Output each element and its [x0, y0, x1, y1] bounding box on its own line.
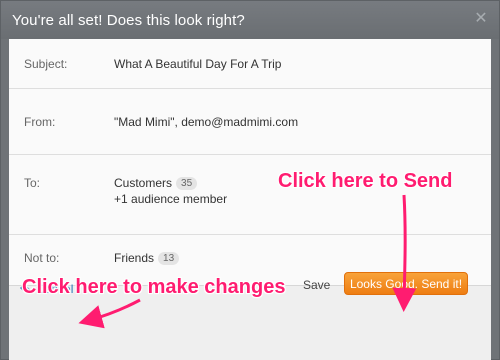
to-list-name: Customers — [114, 176, 173, 190]
to-list: Customers 35 — [114, 176, 198, 190]
subject-value: What A Beautiful Day For A Trip — [114, 57, 282, 71]
send-hint-annotation: Click here to Send — [278, 170, 453, 192]
subject-label: Subject: — [24, 57, 68, 71]
to-list-count: 35 — [176, 177, 198, 190]
not-to-list: Friends 13 — [114, 251, 180, 265]
changes-hint-annotation: Click here to make changes — [22, 276, 286, 298]
to-extra: +1 audience member — [114, 192, 228, 206]
to-row: To: Customers 35 +1 audience member — [9, 155, 491, 235]
from-row: From: "Mad Mimi", demo@madmimi.com — [9, 89, 491, 155]
not-to-list-count: 13 — [158, 252, 180, 265]
modal-titlebar: You're all set! Does this look right? ✕ — [1, 1, 499, 39]
save-button[interactable]: Save — [303, 278, 330, 292]
subject-row: Subject: What A Beautiful Day For A Trip — [9, 39, 491, 89]
not-to-label: Not to: — [24, 251, 60, 265]
from-value: "Mad Mimi", demo@madmimi.com — [114, 115, 299, 129]
from-label: From: — [24, 115, 56, 129]
modal-title: You're all set! Does this look right? — [12, 12, 245, 29]
modal-content: Subject: What A Beautiful Day For A Trip… — [9, 39, 491, 360]
close-icon[interactable]: ✕ — [473, 10, 489, 26]
not-to-list-name: Friends — [114, 251, 155, 265]
to-label: To: — [24, 176, 41, 190]
send-button[interactable]: Looks Good. Send it! — [344, 272, 468, 295]
